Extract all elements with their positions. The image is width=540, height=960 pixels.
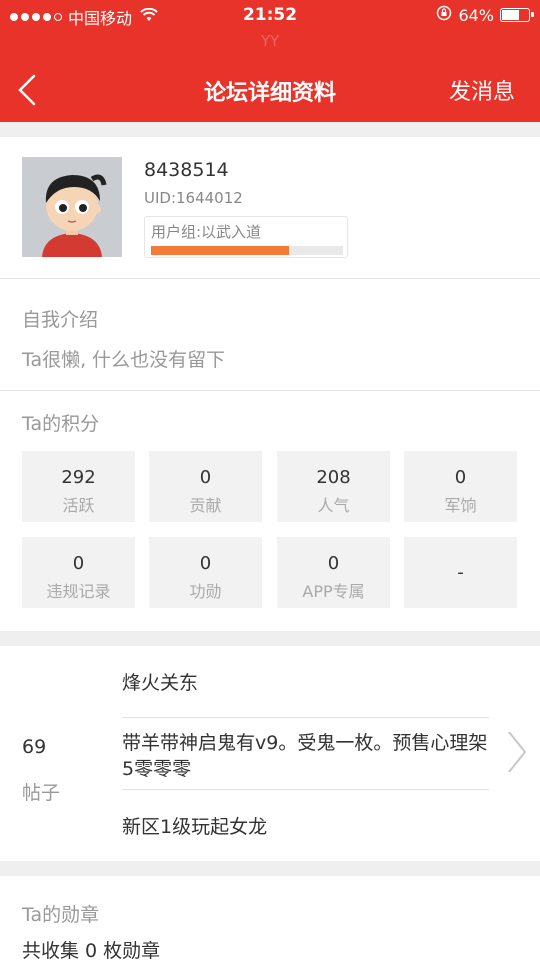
battery-percentage: 64% — [458, 5, 494, 25]
points-cell-app-exclusive: 0 APP专属 — [277, 537, 390, 608]
points-value: 0 — [199, 553, 212, 574]
self-intro-title: 自我介绍 — [22, 309, 99, 331]
points-label: 活跃 — [62, 496, 95, 515]
points-value: 0 — [327, 553, 340, 574]
user-group-label: 用户组:以武入道 — [151, 223, 262, 241]
user-id: UID:1644012 — [144, 189, 243, 207]
points-value: 0 — [454, 467, 467, 488]
points-cell-merit: 0 功勋 — [149, 537, 262, 608]
divider — [122, 717, 489, 718]
points-value: 208 — [316, 467, 351, 488]
points-section: Ta的积分 292 活跃 0 贡献 208 人气 0 军饷 0 违规记录 0 功… — [0, 391, 540, 631]
chevron-right-icon — [506, 730, 528, 774]
user-group-box: 用户组:以武入道 — [144, 216, 348, 258]
points-value: 292 — [61, 467, 96, 488]
points-title: Ta的积分 — [22, 413, 100, 435]
points-cell-violations: 0 违规记录 — [22, 537, 135, 608]
status-right: 64% — [436, 5, 534, 25]
avatar[interactable] — [22, 157, 122, 257]
username: 8438514 — [144, 159, 229, 181]
points-cell-popularity: 208 人气 — [277, 451, 390, 522]
cartoon-avatar-image — [22, 157, 122, 257]
status-bar: 中国移动 21:52 64% YY — [0, 0, 540, 58]
post-item[interactable]: 新区1级玩起女龙 — [122, 814, 489, 840]
points-label: 违规记录 — [46, 582, 111, 601]
points-label: 人气 — [317, 496, 350, 515]
ghost-watermark: YY — [260, 32, 280, 50]
self-intro-text: Ta很懒, 什么也没有留下 — [22, 349, 226, 371]
points-value: - — [457, 562, 464, 583]
medals-title: Ta的勋章 — [22, 904, 100, 926]
post-item[interactable]: 带羊带神启鬼有v9。受鬼一枚。预售心理架5零零零 — [122, 730, 489, 782]
rotation-lock-icon — [436, 5, 452, 25]
points-cell-empty: - — [404, 537, 517, 608]
battery-icon — [500, 8, 534, 22]
points-label: 贡献 — [189, 496, 222, 515]
medals-summary: 共收集 0 枚勋章 — [22, 940, 161, 960]
medals-section: Ta的勋章 共收集 0 枚勋章 — [0, 876, 540, 960]
points-value: 0 — [72, 553, 85, 574]
post-item[interactable]: 烽火关东 — [122, 670, 489, 696]
points-cell-contribution: 0 贡献 — [149, 451, 262, 522]
points-label: APP专属 — [302, 582, 365, 601]
posts-count: 69 — [22, 736, 47, 758]
points-cell-salary: 0 军饷 — [404, 451, 517, 522]
posts-label: 帖子 — [22, 782, 61, 804]
user-group-progress-bar — [151, 246, 343, 255]
points-value: 0 — [199, 467, 212, 488]
divider — [122, 789, 489, 790]
profile-card: 8438514 UID:1644012 用户组:以武入道 — [0, 137, 540, 279]
self-intro-section: 自我介绍 Ta很懒, 什么也没有留下 — [0, 279, 540, 391]
navigation-bar: 论坛详细资料 发消息 — [0, 58, 540, 122]
send-message-button[interactable]: 发消息 — [449, 74, 515, 106]
points-label: 功勋 — [189, 582, 222, 601]
points-label: 军饷 — [444, 496, 477, 515]
posts-section[interactable]: 69 帖子 烽火关东 带羊带神启鬼有v9。受鬼一枚。预售心理架5零零零 新区1级… — [0, 646, 540, 861]
points-cell-active: 292 活跃 — [22, 451, 135, 522]
